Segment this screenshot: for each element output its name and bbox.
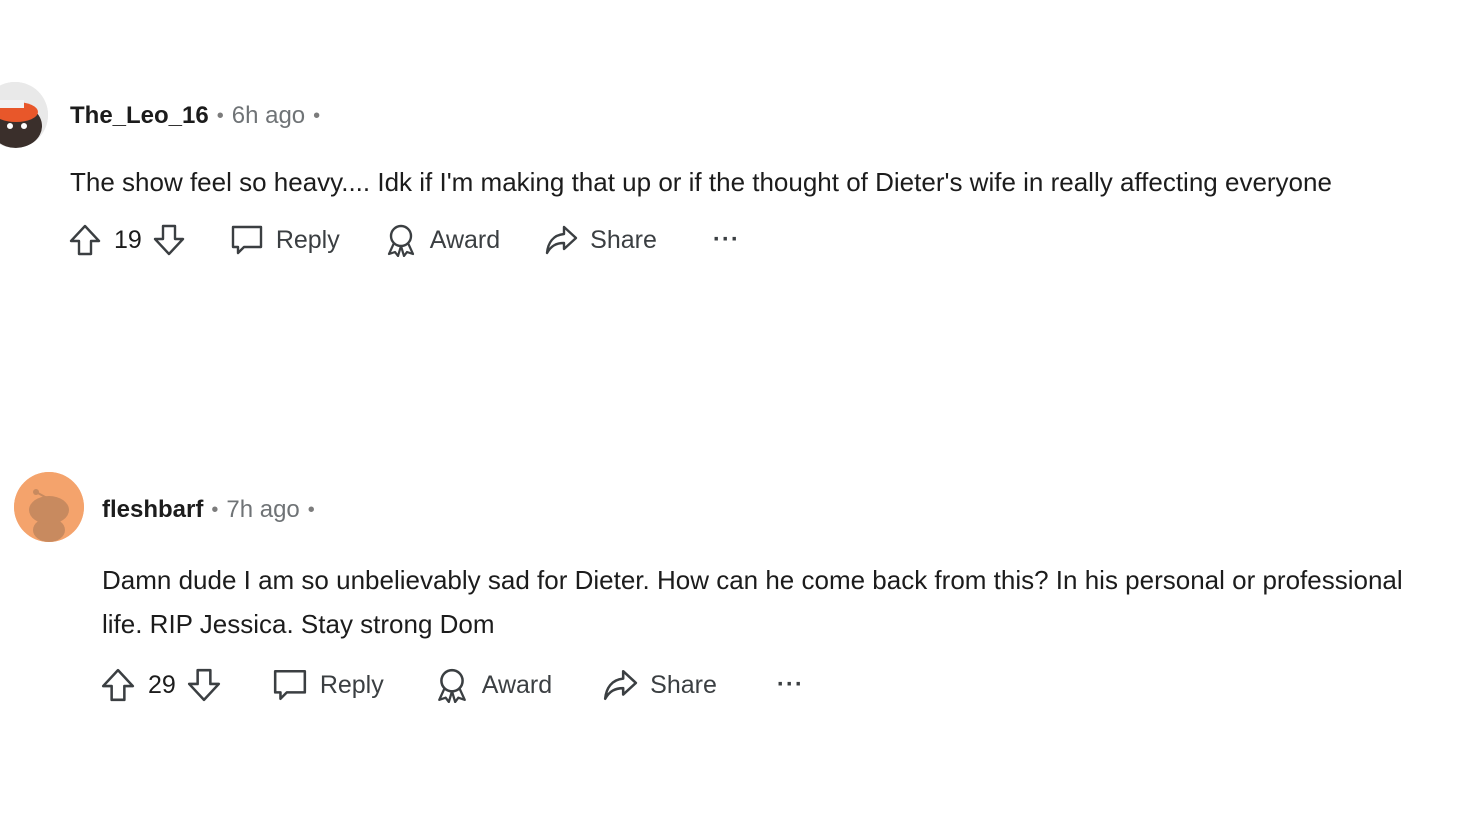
more-options-button[interactable]: ··· <box>777 671 804 699</box>
award-ribbon-icon <box>434 667 470 703</box>
share-label: Share <box>650 670 717 699</box>
separator-dot: • <box>216 104 224 127</box>
user-avatar[interactable] <box>14 472 84 542</box>
award-label: Award <box>429 225 501 254</box>
reply-button[interactable]: Reply <box>230 224 340 256</box>
award-label: Award <box>481 670 553 699</box>
reply-button[interactable]: Reply <box>272 668 384 702</box>
separator-dot: • <box>211 498 219 521</box>
more-options-button[interactable]: ··· <box>713 226 740 254</box>
username[interactable]: The_Leo_16 <box>70 102 209 130</box>
arrow-up-icon[interactable] <box>100 667 136 703</box>
award-button[interactable]: Award <box>434 667 552 703</box>
separator-dot: • <box>307 498 315 521</box>
reply-label: Reply <box>275 225 340 254</box>
speech-bubble-icon <box>230 224 264 256</box>
comment-actions: 19 Reply Award Share ··· <box>68 223 740 257</box>
comment-actions: 29 Reply Award Share ··· <box>100 667 804 703</box>
arrow-down-icon[interactable] <box>186 667 222 703</box>
timestamp[interactable]: 7h ago <box>226 496 299 524</box>
reply-label: Reply <box>319 670 384 699</box>
speech-bubble-icon <box>272 668 308 702</box>
username[interactable]: fleshbarf <box>102 496 203 524</box>
comment-meta: The_Leo_16 • 6h ago • <box>70 102 328 130</box>
comment-meta: fleshbarf • 7h ago • <box>102 496 323 524</box>
share-button[interactable]: Share <box>544 224 657 256</box>
award-ribbon-icon <box>384 223 418 257</box>
user-avatar[interactable] <box>0 82 48 148</box>
comment-thread: The_Leo_16 • 6h ago • The show feel so h… <box>0 0 1460 821</box>
comment-body: The show feel so heavy.... Idk if I'm ma… <box>70 167 1332 197</box>
timestamp[interactable]: 6h ago <box>232 102 305 130</box>
snoo-avatar-icon <box>0 82 48 148</box>
vote-count: 29 <box>148 670 176 699</box>
snoo-avatar-icon <box>14 472 84 542</box>
separator-dot: • <box>313 104 321 127</box>
arrow-up-icon[interactable] <box>68 223 102 257</box>
share-arrow-icon <box>544 224 578 256</box>
vote-count: 19 <box>114 225 142 254</box>
share-arrow-icon <box>602 668 638 702</box>
arrow-down-icon[interactable] <box>152 223 186 257</box>
share-label: Share <box>590 225 657 254</box>
comment-body: Damn dude I am so unbelievably sad for D… <box>102 565 1403 639</box>
award-button[interactable]: Award <box>384 223 500 257</box>
share-button[interactable]: Share <box>602 668 717 702</box>
